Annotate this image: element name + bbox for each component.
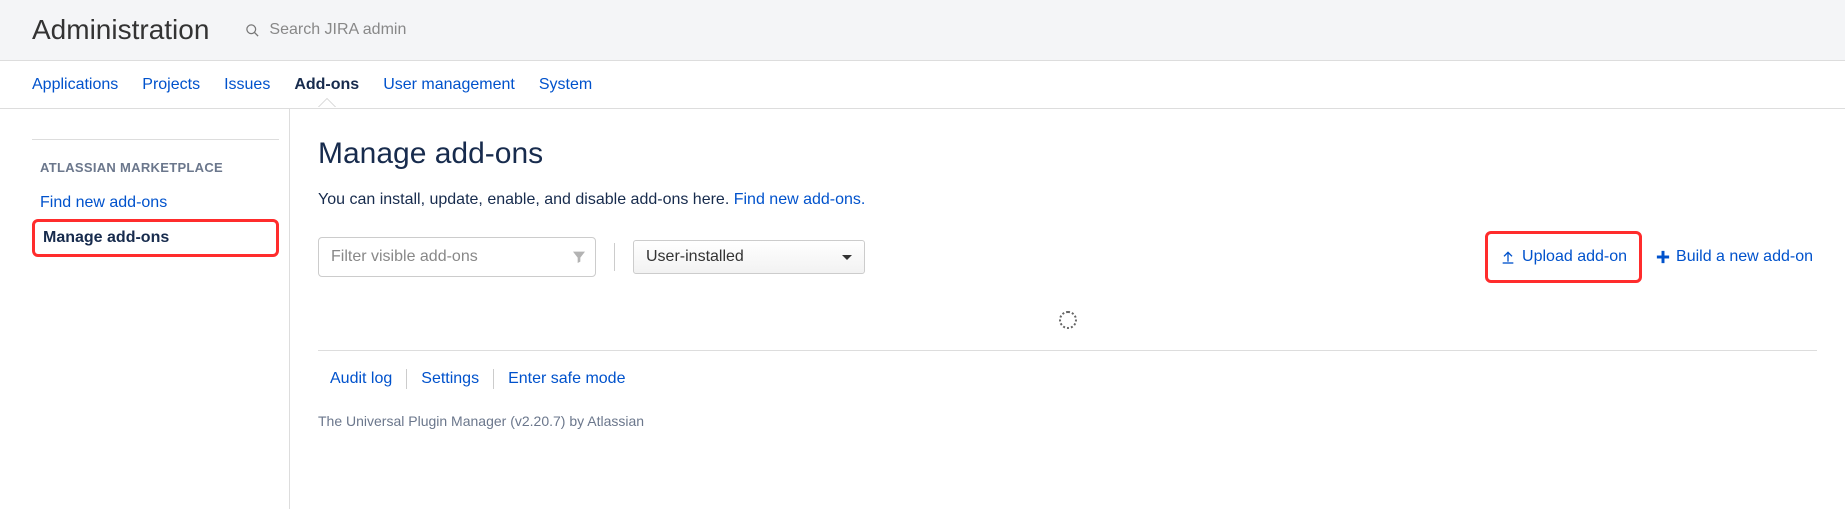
- build-label: Build a new add-on: [1676, 248, 1813, 266]
- tab-projects[interactable]: Projects: [130, 63, 212, 107]
- footer-links: Audit log Settings Enter safe mode: [318, 350, 1817, 407]
- upload-icon: [1500, 249, 1516, 265]
- tab-applications[interactable]: Applications: [20, 63, 130, 107]
- find-new-addons-link[interactable]: Find new add-ons.: [734, 191, 866, 208]
- tab-issues[interactable]: Issues: [212, 63, 282, 107]
- audit-log-link[interactable]: Audit log: [318, 370, 406, 388]
- sidebar-item-find-addons[interactable]: Find new add-ons: [32, 187, 279, 219]
- upload-label: Upload add-on: [1522, 248, 1627, 266]
- controls-row: User-installed Upload add-on: [318, 231, 1817, 283]
- funnel-icon: [571, 249, 587, 265]
- filter-input[interactable]: [331, 248, 571, 266]
- main-nav-tabs: Applications Projects Issues Add-ons Use…: [0, 61, 1845, 109]
- search-input[interactable]: [269, 21, 529, 39]
- content-area: ATLASSIAN MARKETPLACE Find new add-ons M…: [0, 109, 1845, 509]
- loading-spinner-icon: [1059, 311, 1077, 329]
- tab-add-ons[interactable]: Add-ons: [282, 63, 371, 107]
- admin-header: Administration: [0, 0, 1845, 61]
- sidebar-section-marketplace: ATLASSIAN MARKETPLACE Find new add-ons M…: [32, 139, 279, 257]
- upload-addon-highlight: Upload add-on: [1485, 231, 1642, 283]
- settings-link[interactable]: Settings: [407, 370, 493, 388]
- chevron-down-icon: [842, 255, 852, 260]
- page-description: You can install, update, enable, and dis…: [318, 191, 1817, 209]
- admin-search[interactable]: [245, 21, 529, 39]
- filter-box[interactable]: [318, 237, 596, 277]
- sidebar-heading: ATLASSIAN MARKETPLACE: [32, 160, 279, 175]
- upload-addon-link[interactable]: Upload add-on: [1496, 240, 1631, 274]
- page-title: Manage add-ons: [318, 137, 1817, 171]
- search-icon: [245, 23, 260, 38]
- sidebar: ATLASSIAN MARKETPLACE Find new add-ons M…: [0, 109, 290, 509]
- controls-right: Upload add-on Build a new add-on: [1485, 231, 1817, 283]
- loading-row: [318, 309, 1817, 350]
- footer-text: The Universal Plugin Manager (v2.20.7) b…: [318, 407, 1817, 449]
- sidebar-item-manage-addons[interactable]: Manage add-ons: [32, 219, 279, 257]
- main-content: Manage add-ons You can install, update, …: [290, 109, 1845, 509]
- plus-icon: [1656, 250, 1670, 264]
- select-value: User-installed: [646, 248, 744, 266]
- separator: [614, 243, 615, 271]
- addon-type-select[interactable]: User-installed: [633, 240, 865, 274]
- tab-user-management[interactable]: User management: [371, 63, 527, 107]
- page-heading: Administration: [32, 14, 209, 46]
- safe-mode-link[interactable]: Enter safe mode: [494, 370, 639, 388]
- build-addon-link[interactable]: Build a new add-on: [1652, 240, 1817, 274]
- desc-text: You can install, update, enable, and dis…: [318, 191, 734, 208]
- tab-system[interactable]: System: [527, 63, 604, 107]
